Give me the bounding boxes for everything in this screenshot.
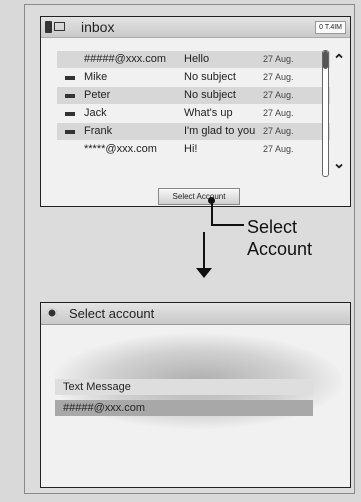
message-date: 27 Aug. (263, 90, 294, 100)
message-subject: No subject (184, 71, 236, 83)
scrollbar-thumb[interactable] (323, 51, 328, 69)
scroll-up-icon[interactable]: ⌃ (332, 53, 346, 68)
scrollbar[interactable] (322, 50, 329, 177)
message-subject: I'm glad to you (184, 125, 256, 137)
message-sender: *****@xxx.com (84, 143, 157, 155)
gear-icon (47, 308, 57, 318)
select-account-button[interactable]: Select Account (158, 188, 240, 205)
message-sender: Mike (84, 71, 108, 83)
unread-mail-icon (65, 76, 75, 80)
down-arrow-head (196, 268, 212, 278)
callout-label: Select Account (247, 216, 312, 260)
message-date: 27 Aug. (263, 144, 294, 154)
callout-line (211, 203, 213, 225)
message-date: 27 Aug. (263, 72, 294, 82)
message-row[interactable]: Mike No subject 27 Aug. (57, 69, 330, 86)
select-account-titlebar: Select account (41, 303, 350, 325)
message-row[interactable]: *****@xxx.com Hi! 27 Aug. (57, 141, 330, 158)
unread-mail-icon (65, 94, 75, 98)
message-row[interactable]: Frank I'm glad to you 27 Aug. (57, 123, 330, 140)
inbox-title: inbox (81, 19, 115, 35)
message-sender: Peter (84, 89, 111, 101)
message-date: 27 Aug. (263, 108, 294, 118)
unread-mail-icon (65, 112, 75, 116)
message-subject: Hello (184, 53, 210, 65)
down-arrow (203, 232, 205, 272)
message-subject: No subject (184, 89, 236, 101)
message-sender: Jack (84, 107, 107, 119)
message-row[interactable]: #####@xxx.com Hello 27 Aug. (57, 51, 330, 68)
message-sender: #####@xxx.com (84, 53, 167, 65)
message-sender: Frank (84, 125, 113, 137)
account-option-text-message[interactable]: Text Message (55, 379, 313, 395)
phone-email-icon (45, 20, 67, 33)
account-option-email[interactable]: #####@xxx.com (55, 400, 313, 416)
scroll-down-icon[interactable]: ⌄ (332, 156, 346, 171)
inbox-screen: inbox 0 T.4IM #####@xxx.com Hello 27 Aug… (40, 16, 351, 207)
select-account-screen: Select account Text Message #####@xxx.co… (40, 302, 351, 488)
message-subject: Hi! (184, 143, 198, 155)
unread-mail-icon (65, 130, 75, 134)
message-date: 27 Aug. (263, 126, 294, 136)
message-row[interactable]: Jack What's up 27 Aug. (57, 105, 330, 122)
status-badge: 0 T.4IM (315, 21, 346, 34)
message-row[interactable]: Peter No subject 27 Aug. (57, 87, 330, 104)
callout-label-line2: Account (247, 239, 313, 259)
select-account-title: Select account (69, 306, 155, 321)
callout-label-line1: Select (247, 217, 298, 237)
inbox-titlebar: inbox 0 T.4IM (41, 17, 350, 38)
message-subject: What's up (184, 107, 233, 119)
callout-line (211, 224, 244, 226)
message-date: 27 Aug. (263, 54, 294, 64)
